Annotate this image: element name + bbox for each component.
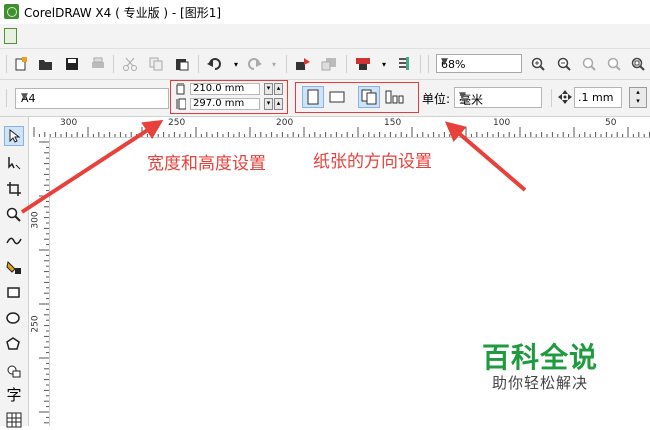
orientation-annotation-label: 纸张的方向设置 [313, 152, 432, 172]
watermark-subtitle: 助你轻松解决 [492, 374, 589, 392]
size-annotation-label: 宽度和高度设置 [147, 154, 266, 174]
size-annotation-arrow [20, 119, 164, 214]
watermark-title: 百科全说 [482, 341, 599, 374]
orientation-annotation-arrow [444, 121, 527, 192]
